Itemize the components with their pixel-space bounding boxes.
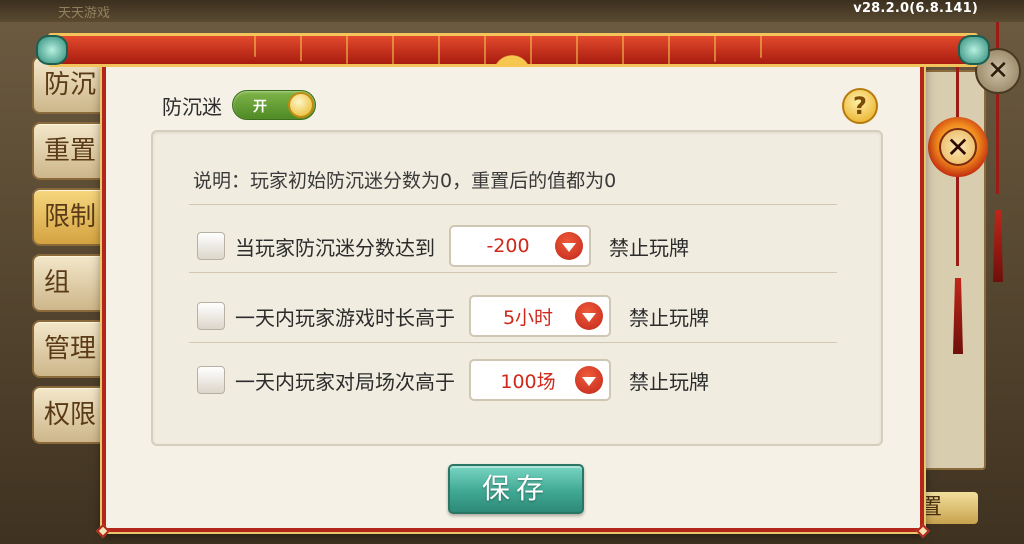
- rule-suffix: 禁止玩牌: [629, 305, 709, 330]
- hanging-cord: [996, 94, 999, 194]
- select-value: 5小时: [502, 306, 554, 329]
- rule-score-threshold: 当玩家防沉迷分数达到 -200 禁止玩牌: [197, 225, 689, 267]
- side-tab-reset[interactable]: 重置: [32, 122, 110, 180]
- dialog-close-button[interactable]: ✕: [928, 117, 988, 177]
- anti-addiction-toggle[interactable]: 开: [232, 90, 316, 120]
- anti-addiction-toggle-row: 防沉迷 开: [162, 90, 316, 120]
- rule-checkbox[interactable]: [197, 366, 225, 394]
- help-button[interactable]: ?: [842, 88, 878, 124]
- rule-label: 一天内玩家游戏时长高于: [235, 305, 455, 330]
- close-icon: ✕: [946, 130, 970, 164]
- background-title: 天天游戏: [58, 6, 111, 21]
- divider: [189, 204, 837, 205]
- rule-suffix: 禁止玩牌: [609, 235, 689, 260]
- rule-label: 当玩家防沉迷分数达到: [235, 235, 435, 260]
- scroll-cap-left: [36, 35, 68, 65]
- side-tab-manage[interactable]: 管理: [32, 320, 110, 378]
- toggle-state-label: 开: [253, 99, 267, 115]
- select-value: -200: [486, 235, 530, 257]
- score-threshold-select[interactable]: -200: [449, 225, 591, 267]
- version-label: v28.2.0(6.8.141): [853, 1, 978, 16]
- rule-checkbox[interactable]: [197, 232, 225, 260]
- rule-suffix: 禁止玩牌: [629, 369, 709, 394]
- rule-checkbox[interactable]: [197, 302, 225, 330]
- anti-addiction-label: 防沉迷: [162, 94, 222, 119]
- play-duration-select[interactable]: 5小时: [469, 295, 611, 337]
- divider: [189, 272, 837, 273]
- select-value: 100场: [500, 370, 556, 393]
- rules-panel: 说明：玩家初始防沉迷分数为0，重置后的值都为0 当玩家防沉迷分数达到 -200 …: [151, 130, 883, 446]
- chevron-down-icon: [555, 232, 583, 260]
- hanging-cord: [956, 176, 959, 266]
- match-count-select[interactable]: 100场: [469, 359, 611, 401]
- description-text: 说明：玩家初始防沉迷分数为0，重置后的值都为0: [193, 170, 617, 192]
- side-tab-group[interactable]: 组: [32, 254, 110, 312]
- toggle-knob: [288, 92, 314, 118]
- close-icon: ✕: [987, 56, 1009, 86]
- save-button[interactable]: 保存: [448, 464, 584, 514]
- chevron-down-icon: [575, 366, 603, 394]
- question-icon: ?: [853, 92, 867, 120]
- scroll-cap-right: [958, 35, 990, 65]
- divider: [189, 342, 837, 343]
- side-tab-limit[interactable]: 限制: [32, 188, 110, 246]
- rule-label: 一天内玩家对局场次高于: [235, 369, 455, 394]
- rule-match-count: 一天内玩家对局场次高于 100场 禁止玩牌: [197, 359, 709, 401]
- scroll-ornament: [232, 33, 792, 67]
- side-tab-permission[interactable]: 权限: [32, 386, 110, 444]
- chevron-down-icon: [575, 302, 603, 330]
- rule-play-duration: 一天内玩家游戏时长高于 5小时 禁止玩牌: [197, 295, 709, 337]
- anti-addiction-dialog: 防沉迷 开 ? 说明：玩家初始防沉迷分数为0，重置后的值都为0 当玩家防沉迷分数…: [95, 60, 931, 539]
